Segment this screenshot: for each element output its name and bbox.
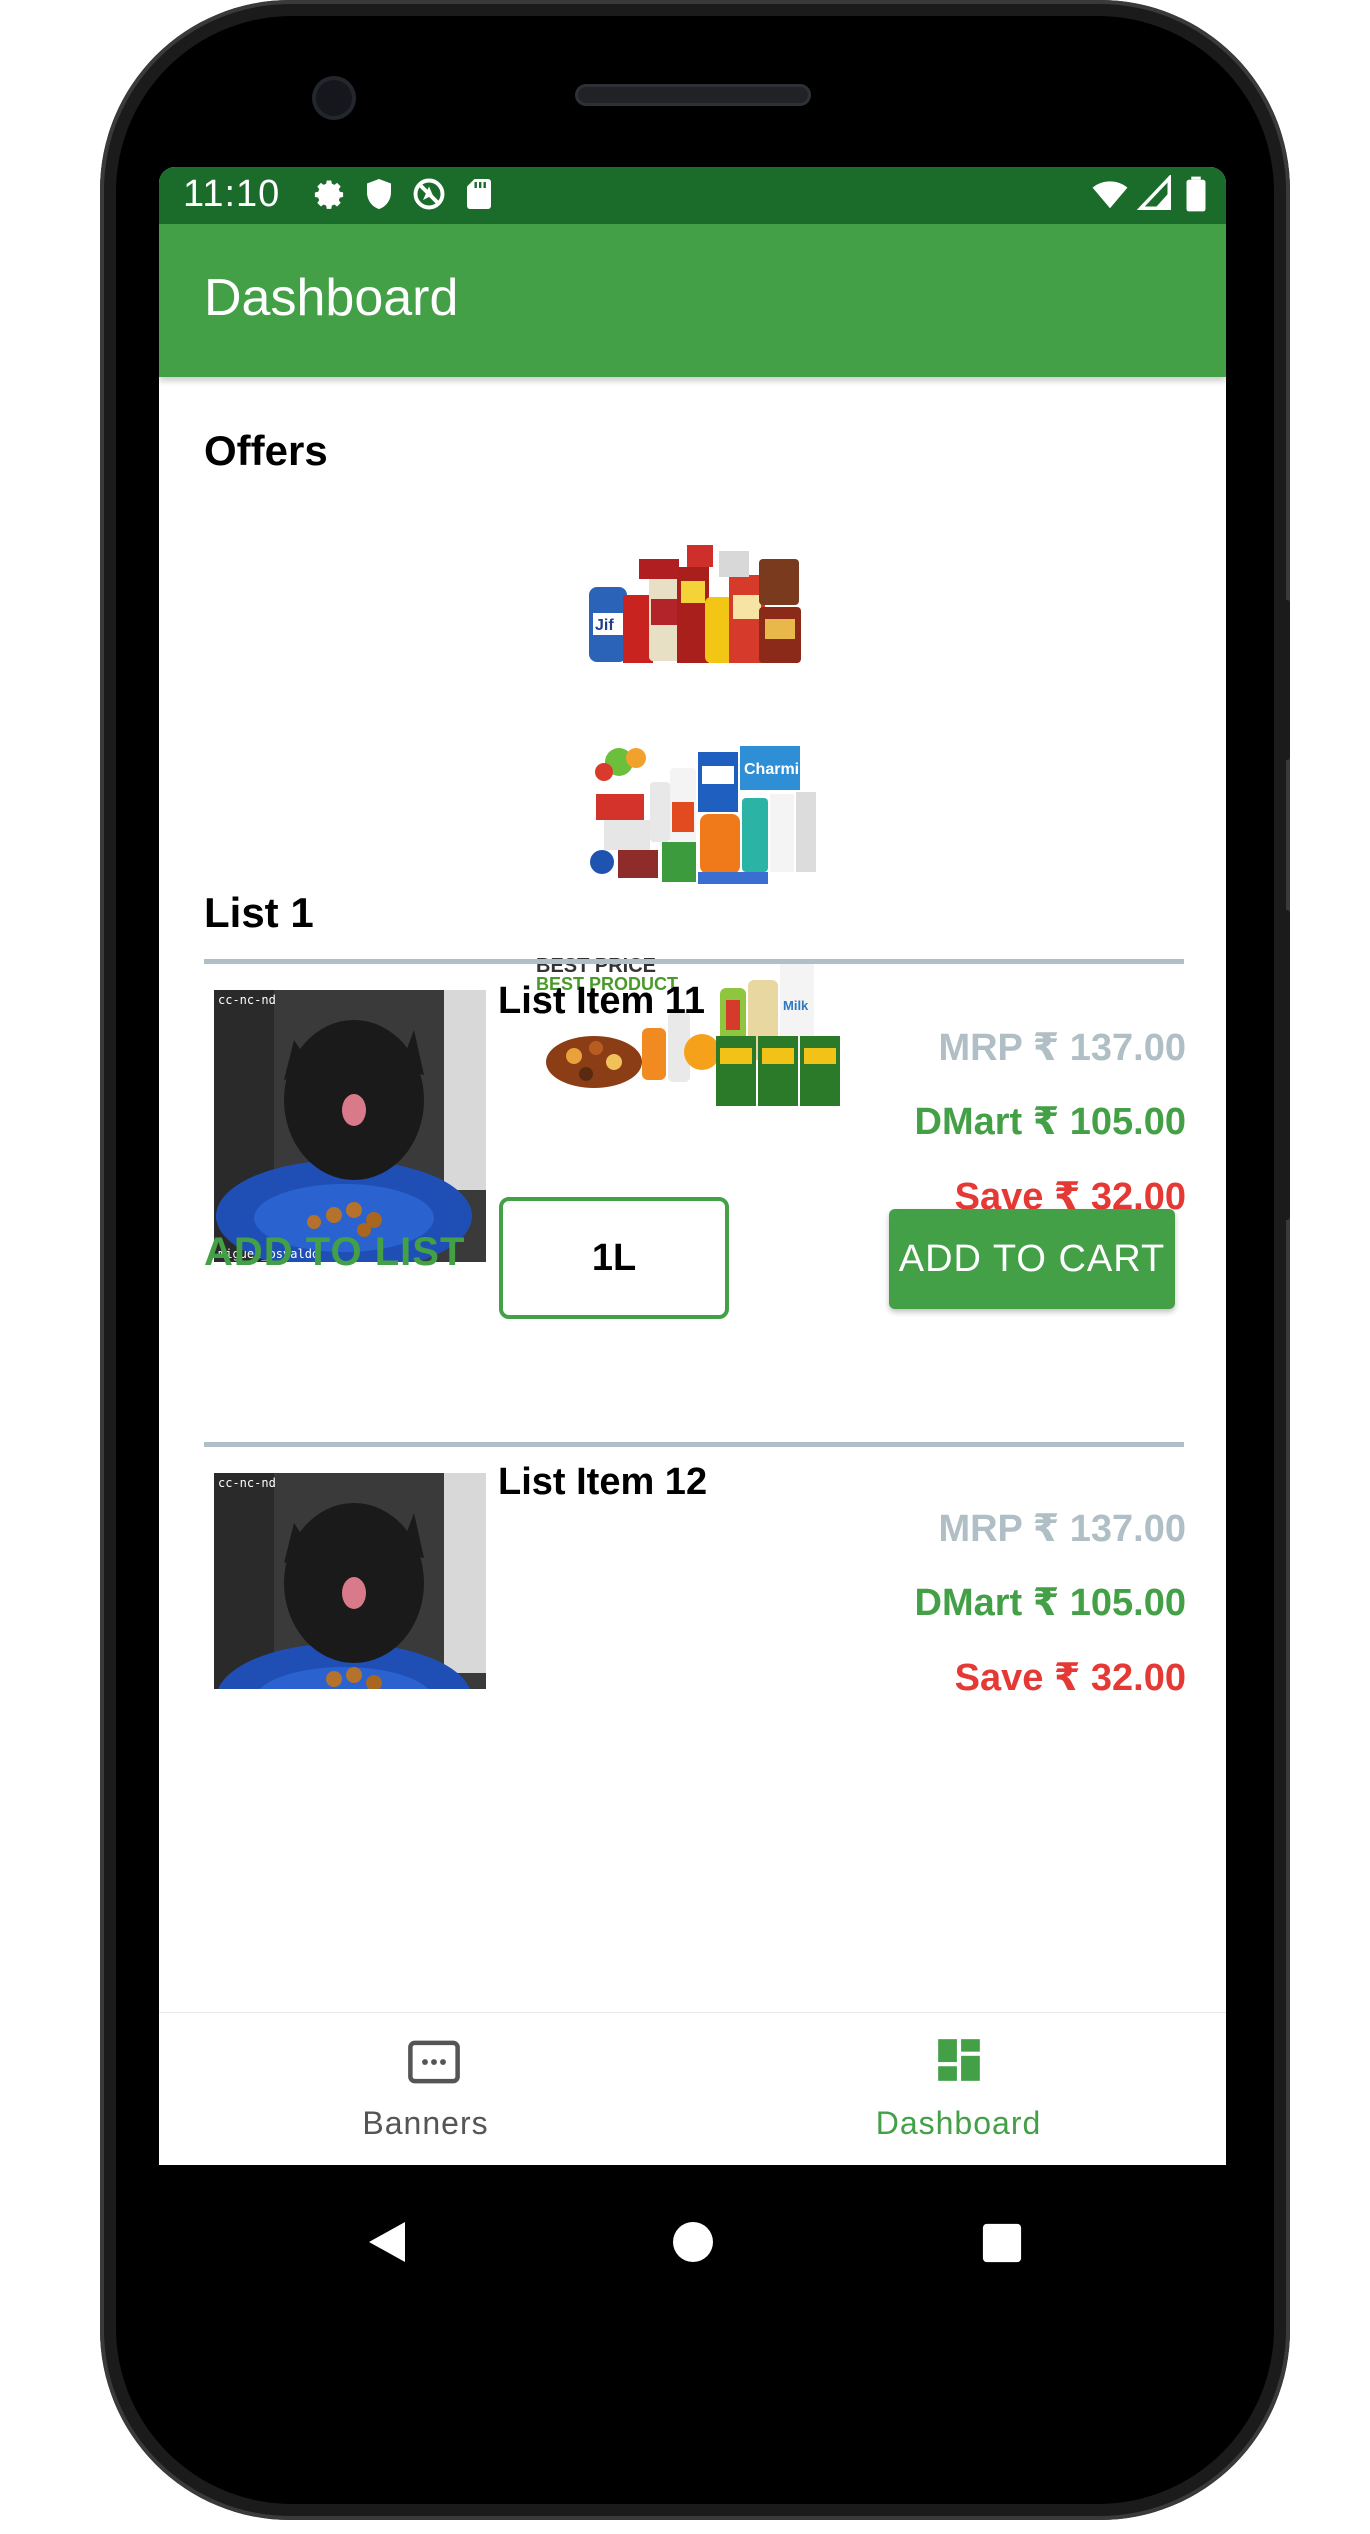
nav-item-dashboard[interactable]: Dashboard [692, 2013, 1225, 2165]
mrp-price: MRP ₹ 137.00 [938, 1508, 1186, 1550]
dmart-price: DMart ₹ 105.00 [914, 1582, 1186, 1624]
image-caption-top: cc-nc-nd [218, 993, 276, 1007]
nav-label-banners: Banners [362, 2105, 489, 2141]
offers-title: Offers [204, 427, 328, 474]
mrp-price: MRP ₹ 137.00 [938, 1027, 1186, 1069]
save-amount: Save ₹ 32.00 [954, 1657, 1186, 1699]
add-to-list-button[interactable]: ADD TO LIST [204, 1230, 465, 1275]
signal-icon [1136, 175, 1171, 210]
volume-button [1280, 910, 1290, 1220]
offer-banner-3[interactable]: BEST PRICE BEST PRODUCT Milk [534, 952, 854, 1112]
quantity-selector[interactable]: 1L [499, 1197, 729, 1319]
back-icon[interactable] [365, 2217, 409, 2267]
no-location-icon [413, 178, 445, 210]
item-divider [204, 959, 1184, 964]
item-title: List Item 11 [498, 980, 705, 1022]
dmart-price: DMart ₹ 105.00 [914, 1101, 1186, 1143]
app-screen: 11:10 Dashboard Offers Jif Charmin BEST … [159, 167, 1226, 2165]
offer-banner-2[interactable]: Charmin [574, 732, 819, 892]
front-camera [316, 80, 352, 116]
battery-icon [1186, 176, 1206, 212]
sd-card-icon [467, 179, 491, 209]
image-caption-top: cc-nc-nd [218, 1476, 276, 1490]
banner-icon [408, 2040, 460, 2084]
svg-text:Jif: Jif [595, 617, 614, 634]
nav-label-dashboard: Dashboard [875, 2105, 1042, 2141]
offer-banner-1[interactable]: Jif [579, 537, 809, 672]
list-title: List 1 [204, 889, 314, 936]
bottom-navigation: Banners Dashboard [159, 2012, 1226, 2165]
power-button [1280, 600, 1290, 760]
product-image[interactable]: cc-nc-nd miguel_osvaldo [214, 990, 486, 1262]
status-time: 11:10 [183, 173, 281, 215]
app-bar: Dashboard [159, 224, 1226, 377]
earpiece-speaker [575, 84, 811, 106]
dashboard-icon [938, 2039, 980, 2081]
home-icon[interactable] [671, 2220, 715, 2264]
system-navigation-bar [159, 2165, 1226, 2315]
item-title: List Item 12 [498, 1461, 708, 1503]
nav-item-banners[interactable]: Banners [159, 2013, 692, 2165]
item-divider [204, 1442, 1184, 1447]
svg-text:Milk: Milk [783, 998, 809, 1013]
page-title: Dashboard [204, 269, 459, 327]
recents-icon[interactable] [981, 2222, 1023, 2264]
status-bar: 11:10 [159, 167, 1226, 224]
svg-text:Charmin: Charmin [744, 761, 809, 778]
add-to-cart-button[interactable]: ADD TO CART [889, 1209, 1175, 1309]
product-image[interactable]: cc-nc-nd [214, 1473, 486, 1689]
wifi-icon [1092, 181, 1128, 209]
shield-icon [367, 179, 391, 209]
settings-icon [314, 180, 344, 209]
